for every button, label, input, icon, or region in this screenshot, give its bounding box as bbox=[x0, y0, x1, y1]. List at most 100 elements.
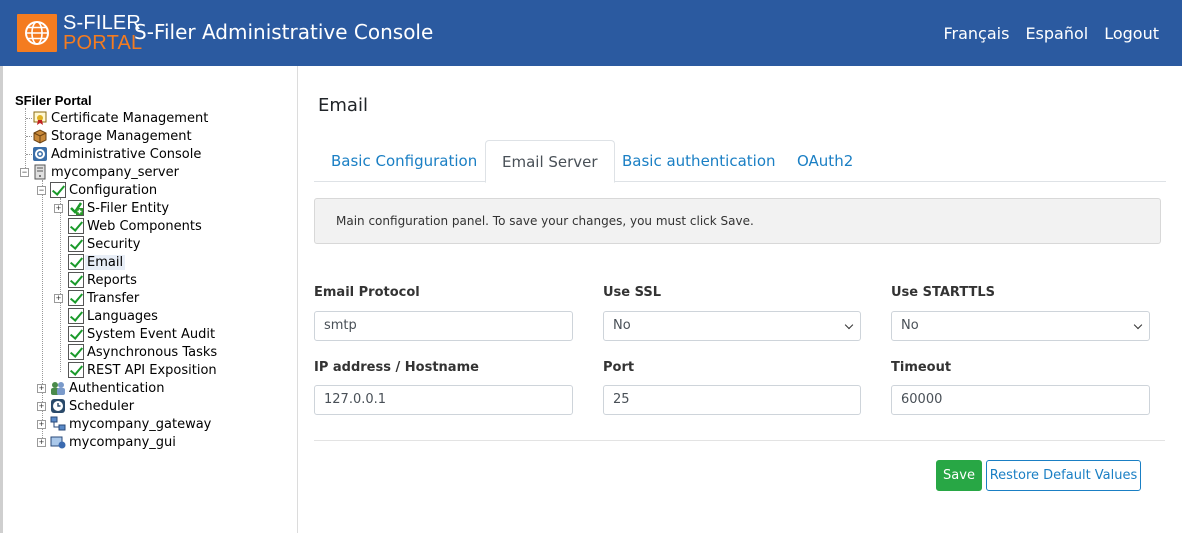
port-label: Port bbox=[603, 360, 635, 375]
tree-item-label: Scheduler bbox=[69, 398, 135, 414]
use-starttls-value: No bbox=[901, 318, 919, 333]
port-input[interactable]: 25 bbox=[603, 385, 861, 415]
check-icon bbox=[68, 326, 84, 342]
tree-item-label: Asynchronous Tasks bbox=[87, 344, 218, 360]
tree-item-configuration[interactable]: Configuration bbox=[50, 181, 159, 199]
check-icon bbox=[68, 362, 84, 378]
header-nav: Français Español Logout bbox=[943, 25, 1159, 43]
tree-item-label: Administrative Console bbox=[51, 146, 202, 162]
tree-item-label: mycompany_server bbox=[51, 164, 179, 180]
globe-logo-icon bbox=[17, 14, 57, 52]
tree-item-label: mycompany_gui bbox=[69, 434, 176, 450]
hostname-label: IP address / Hostname bbox=[314, 360, 479, 375]
hostname-input[interactable]: 127.0.0.1 bbox=[314, 385, 573, 415]
tree-item-label: Security bbox=[87, 236, 141, 252]
tree-item-label: mycompany_gateway bbox=[69, 416, 212, 432]
storage-box-icon bbox=[32, 128, 48, 144]
tab-basic-configuration[interactable]: Basic Configuration bbox=[315, 140, 493, 182]
expand-toggle[interactable]: + bbox=[37, 420, 46, 429]
logo-subtext: PORTAL bbox=[63, 32, 143, 54]
tab-oauth2[interactable]: OAuth2 bbox=[781, 140, 869, 182]
check-plus-icon bbox=[68, 200, 84, 216]
tab-email-server[interactable]: Email Server bbox=[485, 140, 615, 183]
timeout-label: Timeout bbox=[891, 360, 952, 375]
expand-toggle[interactable]: + bbox=[37, 438, 46, 447]
check-icon bbox=[68, 254, 84, 270]
expand-toggle[interactable]: + bbox=[37, 402, 46, 411]
check-icon bbox=[68, 272, 84, 288]
server-icon bbox=[32, 164, 48, 180]
tree-item-label: S-Filer Entity bbox=[87, 200, 170, 216]
clock-icon bbox=[50, 398, 66, 414]
check-icon bbox=[68, 218, 84, 234]
tab-basic-authentication[interactable]: Basic authentication bbox=[606, 140, 792, 182]
tree-item-asynchronous-tasks[interactable]: Asynchronous Tasks bbox=[68, 343, 219, 361]
tree-connector bbox=[60, 198, 61, 372]
use-ssl-label: Use SSL bbox=[603, 285, 662, 300]
email-protocol-label: Email Protocol bbox=[314, 285, 420, 300]
users-icon bbox=[50, 380, 66, 396]
tree-item-label: Transfer bbox=[87, 290, 140, 306]
gear-icon bbox=[32, 146, 48, 162]
collapse-toggle[interactable]: − bbox=[20, 168, 29, 177]
use-ssl-select[interactable]: No bbox=[603, 311, 861, 341]
use-starttls-select[interactable]: No bbox=[891, 311, 1150, 341]
tree-item-authentication[interactable]: Authentication bbox=[50, 379, 166, 397]
tree-item-label: REST API Exposition bbox=[87, 362, 217, 378]
app-header: S-FILER PORTAL S-Filer Administrative Co… bbox=[0, 0, 1182, 66]
tree-item-certificate-management[interactable]: Certificate Management bbox=[32, 109, 210, 127]
use-ssl-value: No bbox=[613, 318, 631, 333]
expand-toggle[interactable]: + bbox=[37, 384, 46, 393]
collapse-toggle[interactable]: − bbox=[37, 186, 46, 195]
tree-item-label-selected: Email bbox=[85, 254, 126, 270]
tree-item-transfer[interactable]: Transfer bbox=[68, 289, 141, 307]
email-protocol-input[interactable]: smtp bbox=[314, 311, 573, 341]
timeout-input[interactable]: 60000 bbox=[891, 385, 1150, 415]
app-title: S-Filer Administrative Console bbox=[134, 20, 434, 44]
tree-item-label: Authentication bbox=[69, 380, 165, 396]
check-icon bbox=[50, 182, 66, 198]
restore-defaults-button[interactable]: Restore Default Values bbox=[986, 460, 1141, 491]
check-icon bbox=[68, 290, 84, 306]
check-icon bbox=[68, 308, 84, 324]
tree-item-mycompany-gui[interactable]: mycompany_gui bbox=[50, 433, 178, 451]
lang-spanish-link[interactable]: Español bbox=[1025, 25, 1088, 43]
tree-item-reports[interactable]: Reports bbox=[68, 271, 139, 289]
tree-item-web-components[interactable]: Web Components bbox=[68, 217, 204, 235]
tree-item-scheduler[interactable]: Scheduler bbox=[50, 397, 136, 415]
tree-item-rest-api-exposition[interactable]: REST API Exposition bbox=[68, 361, 219, 379]
save-button[interactable]: Save bbox=[936, 460, 982, 491]
check-icon bbox=[68, 344, 84, 360]
certificate-icon bbox=[32, 110, 48, 126]
tree-item-administrative-console[interactable]: Administrative Console bbox=[32, 145, 203, 163]
tree-item-system-event-audit[interactable]: System Event Audit bbox=[68, 325, 217, 343]
tree-item-label: System Event Audit bbox=[87, 326, 216, 342]
network-icon bbox=[50, 416, 66, 432]
lang-french-link[interactable]: Français bbox=[943, 25, 1009, 43]
tree-item-mycompany-server[interactable]: mycompany_server bbox=[32, 163, 181, 181]
check-icon bbox=[68, 236, 84, 252]
tree-item-label: Configuration bbox=[69, 182, 158, 198]
form-divider bbox=[314, 440, 1165, 441]
use-starttls-label: Use STARTTLS bbox=[891, 285, 996, 300]
logo-text: S-FILER bbox=[63, 12, 142, 34]
tree-item-label: Reports bbox=[87, 272, 137, 288]
info-message: Main configuration panel. To save your c… bbox=[314, 198, 1161, 244]
page-title: Email bbox=[318, 95, 368, 116]
tree-item-label: Web Components bbox=[87, 218, 202, 234]
tree-item-email[interactable]: Email bbox=[68, 253, 126, 271]
tree-root-label: SFiler Portal bbox=[15, 93, 92, 108]
tree-item-label: Storage Management bbox=[51, 128, 192, 144]
logout-link[interactable]: Logout bbox=[1104, 25, 1159, 43]
tree-item-storage-management[interactable]: Storage Management bbox=[32, 127, 194, 145]
monitor-icon bbox=[50, 434, 66, 450]
tree-item-languages[interactable]: Languages bbox=[68, 307, 160, 325]
expand-toggle[interactable]: + bbox=[54, 294, 63, 303]
tree-item-mycompany-gateway[interactable]: mycompany_gateway bbox=[50, 415, 213, 433]
tree-item-label: Certificate Management bbox=[51, 110, 209, 126]
tree-item-security[interactable]: Security bbox=[68, 235, 142, 253]
tree-item-sfiler-entity[interactable]: S-Filer Entity bbox=[68, 199, 171, 217]
tab-bar: Basic Configuration Email Server Basic a… bbox=[314, 140, 1166, 183]
tree-item-label: Languages bbox=[87, 308, 158, 324]
expand-toggle[interactable]: + bbox=[54, 204, 63, 213]
